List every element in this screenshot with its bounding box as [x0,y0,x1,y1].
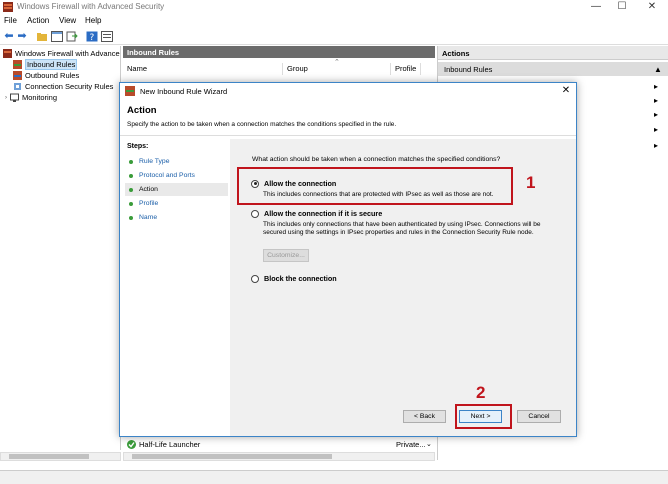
annotation-number-1: 1 [526,173,536,192]
submenu-arrow-icon[interactable]: ▸ [654,82,658,91]
help-icon[interactable]: ? [86,31,98,42]
step-bullet-icon [129,215,133,220]
dialog-close-button[interactable]: ✕ [558,84,574,98]
page-title: Action [127,105,157,116]
tree-root[interactable]: Windows Firewall with Advance [3,48,120,59]
title-bar: Windows Firewall with Advanced Security … [0,0,668,14]
submenu-arrow-icon[interactable]: ▸ [654,141,658,150]
sort-ascending-icon: ⌃ [334,59,340,66]
export-list-icon[interactable] [66,31,78,42]
actions-section-inbound-rules[interactable]: Inbound Rules [438,62,668,76]
show-hide-tree-icon[interactable] [51,31,63,42]
submenu-arrow-icon[interactable]: ▸ [654,96,658,105]
enabled-check-icon [127,439,136,449]
menu-file[interactable]: File [4,16,17,25]
new-inbound-rule-wizard-dialog: New Inbound Rule Wizard ✕ Action Specify… [119,82,577,437]
monitoring-icon [10,93,19,102]
submenu-arrow-icon[interactable]: ▸ [654,110,658,119]
firewall-icon [3,49,12,58]
column-header-name[interactable]: Name [123,63,283,75]
tree-item-monitoring[interactable]: › Monitoring [5,92,57,103]
wizard-steps: Steps: Rule Type Protocol and Ports Acti… [123,139,228,433]
scrollbar-thumb[interactable] [132,454,332,459]
step-bullet-icon [129,187,133,192]
option-secure-description: This includes only connections that have… [263,221,541,236]
step-profile[interactable]: Profile [125,197,228,210]
submenu-arrow-icon[interactable]: ▸ [654,125,658,134]
highlight-box-option [237,167,513,205]
wizard-icon [125,86,135,96]
firewall-app-icon [3,2,13,12]
tree-horizontal-scrollbar[interactable] [0,452,121,461]
actions-header: Actions [438,46,668,60]
menu-view[interactable]: View [59,16,76,25]
table-row[interactable]: Half-Life Launcher Private... ⌄ [123,438,435,450]
option-allow-if-secure[interactable]: Allow the connection if it is secure [251,209,382,218]
annotation-number-2: 2 [476,383,486,402]
rule-profile: Private... [396,439,426,449]
customize-button[interactable]: Customize... [263,249,309,262]
tree-item-connection-security-rules[interactable]: Connection Security Rules [13,81,113,92]
collapse-arrow-icon[interactable]: ▲ [654,65,662,74]
radio-block[interactable] [251,274,259,283]
menu-help[interactable]: Help [85,16,101,25]
step-bullet-icon [129,159,133,164]
outbound-rules-icon [13,71,22,80]
svg-text:?: ? [90,33,95,42]
window-title: Windows Firewall with Advanced Security [17,2,165,11]
tree-item-outbound-rules[interactable]: Outbound Rules [13,70,79,81]
radio-allow-secure[interactable] [251,209,259,218]
rule-name: Half-Life Launcher [139,439,201,449]
step-name[interactable]: Name [125,211,228,224]
scrollbar-thumb[interactable] [9,454,89,459]
cancel-button[interactable]: Cancel [517,410,561,423]
menu-action[interactable]: Action [27,16,49,25]
expand-chevron-icon[interactable]: › [5,95,7,101]
close-window-button[interactable]: ✕ [640,0,664,14]
option-block-connection[interactable]: Block the connection [251,274,337,283]
minimize-button[interactable]: — [584,0,608,14]
steps-title: Steps: [127,143,149,150]
column-header-profile[interactable]: Profile [391,63,421,75]
dialog-title: New Inbound Rule Wizard [140,87,228,96]
back-arrow-icon[interactable]: ⬅ [3,31,15,42]
dialog-title-bar: New Inbound Rule Wizard ✕ [120,83,576,99]
center-pane-header: Inbound Rules [123,46,435,58]
folder-up-icon[interactable] [36,31,48,42]
menu-bar: File Action View Help [0,15,668,28]
navigation-tree: Windows Firewall with Advance Inbound Ru… [0,46,121,450]
properties-icon[interactable] [101,31,113,42]
forward-arrow-icon[interactable]: ➡ [16,31,28,42]
highlight-box-next [455,404,512,429]
step-protocol-and-ports[interactable]: Protocol and Ports [125,169,228,182]
dialog-header: Action Specify the action to be taken wh… [120,100,576,136]
action-question: What action should be taken when a conne… [252,156,501,163]
step-rule-type[interactable]: Rule Type [125,155,228,168]
maximize-button[interactable]: ☐ [610,0,634,14]
connection-security-icon [14,83,21,90]
page-description: Specify the action to be taken when a co… [127,121,397,128]
tree-item-inbound-rules[interactable]: Inbound Rules [13,59,78,70]
status-bar [0,470,668,484]
list-horizontal-scrollbar[interactable] [123,452,435,461]
inbound-rules-icon [13,60,22,69]
toolbar: ⬅ ➡ ? [0,29,668,45]
chevron-down-icon[interactable]: ⌄ [426,440,432,448]
step-action[interactable]: Action [125,183,228,196]
step-bullet-icon [129,173,133,178]
step-bullet-icon [129,201,133,206]
back-button[interactable]: < Back [403,410,446,423]
